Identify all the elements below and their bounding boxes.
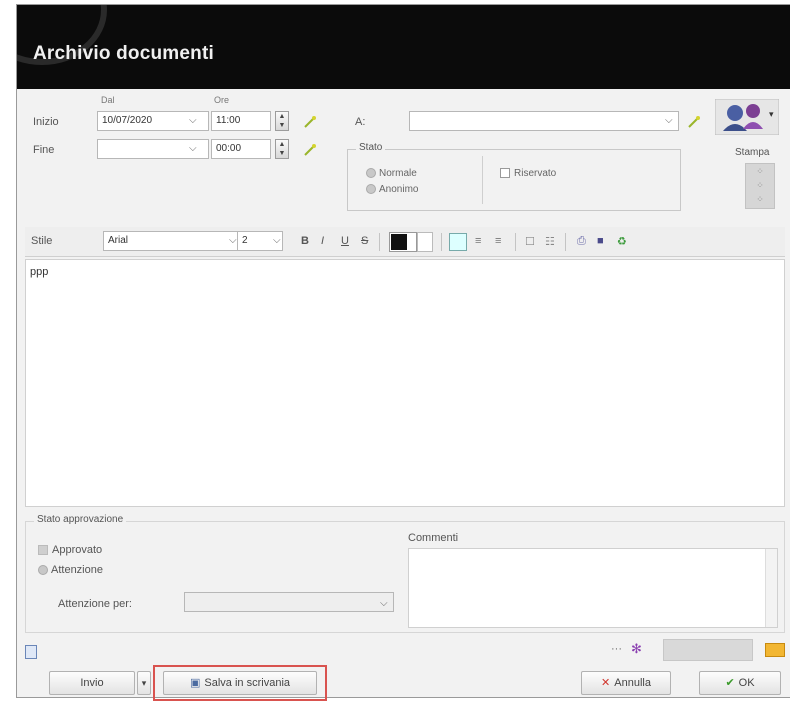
check-icon: ✔ xyxy=(725,677,735,689)
list-number-icon[interactable]: ☷ xyxy=(545,235,555,248)
align-center-icon[interactable]: ≡ xyxy=(475,235,481,247)
stato-group: Stato Normale Anonimo Riservato xyxy=(347,142,681,211)
commenti-label: Commenti xyxy=(408,532,459,544)
stato-option-anonimo[interactable]: Anonimo xyxy=(366,184,418,195)
attach-icon[interactable]: ✻ xyxy=(631,641,642,657)
more-icon[interactable]: ··· xyxy=(611,643,622,655)
dialog-window: Archivio documenti Dal Ore Inizio 10/07/… xyxy=(16,4,790,701)
italic-button[interactable]: I xyxy=(321,235,324,247)
divider xyxy=(515,233,516,251)
size-value: 2 xyxy=(242,235,248,246)
chevron-down-icon[interactable]: ⌵ xyxy=(229,235,237,246)
stampa-label: Stampa xyxy=(735,147,770,158)
chevron-down-icon[interactable]: ⌵ xyxy=(189,143,197,154)
inizio-label: Inizio xyxy=(33,116,59,128)
refresh-icon[interactable]: ♻ xyxy=(617,235,627,248)
chevron-down-icon[interactable]: ⌵ xyxy=(189,115,197,126)
font-select[interactable]: Arial xyxy=(103,231,239,251)
stile-label: Stile xyxy=(31,235,53,247)
ok-label: OK xyxy=(738,677,755,689)
editor-content: ppp xyxy=(30,266,49,278)
approval-group: Stato approvazione Approvato Attenzione … xyxy=(25,514,785,633)
divider xyxy=(379,233,380,251)
folder-icon[interactable] xyxy=(765,643,785,657)
scrivania-label: Salva in scrivania xyxy=(204,677,290,689)
bg-color-button[interactable] xyxy=(417,232,433,252)
magic-wand-icon[interactable] xyxy=(303,115,317,129)
stato-option-normale[interactable]: Normale xyxy=(366,168,417,179)
recipient-field[interactable] xyxy=(409,111,679,131)
divider xyxy=(565,233,566,251)
annulla-label: Annulla xyxy=(614,677,651,689)
fine-time-field[interactable]: 00:00 xyxy=(211,139,271,159)
dal-caption: Dal xyxy=(101,95,115,105)
inizio-time-field[interactable]: 11:00 xyxy=(211,111,271,131)
fine-time-stepper[interactable]: ▲ ▼ xyxy=(275,139,289,159)
riservato-checkbox[interactable]: Riservato xyxy=(500,168,556,179)
magic-wand-icon[interactable] xyxy=(303,143,317,157)
print-icon[interactable]: ⁘ ⁘ ⁘ xyxy=(745,163,775,209)
annulla-button[interactable]: ✕ Annulla xyxy=(581,671,671,695)
stato-option-label: Anonimo xyxy=(379,184,419,195)
document-icon[interactable] xyxy=(25,645,37,659)
checkbox-icon xyxy=(500,168,510,179)
radio-icon xyxy=(38,565,48,576)
chevron-down-icon[interactable]: ⌵ xyxy=(665,115,673,126)
users-icon[interactable]: ▾ xyxy=(715,99,779,135)
comments-textarea[interactable] xyxy=(408,548,778,628)
invio-button[interactable]: Invio xyxy=(49,671,135,695)
save-icon[interactable]: ■ xyxy=(597,235,604,247)
align-left-icon[interactable] xyxy=(449,233,467,251)
stato-option-label: Normale xyxy=(379,168,417,179)
salva-in-scrivania-button[interactable]: ▣ Salva in scrivania xyxy=(163,671,317,695)
radio-icon xyxy=(366,168,376,179)
attenzione-option[interactable]: Attenzione xyxy=(38,564,103,576)
attenzione-label: Attenzione xyxy=(51,564,103,576)
divider xyxy=(441,233,442,251)
invio-menu-toggle[interactable]: ▾ xyxy=(137,671,151,695)
title-bar: Archivio documenti xyxy=(17,5,790,89)
inizio-time-stepper[interactable]: ▲ ▼ xyxy=(275,111,289,131)
ore-caption: Ore xyxy=(214,95,230,105)
message-editor[interactable]: ppp xyxy=(25,259,785,507)
window-title: Archivio documenti xyxy=(33,43,214,64)
attenzione-per-label: Attenzione per: xyxy=(58,598,132,610)
disabled-button xyxy=(663,639,753,661)
strike-button[interactable]: S xyxy=(361,235,368,247)
list-bullet-icon[interactable]: ☐ xyxy=(525,235,535,248)
fine-label: Fine xyxy=(33,144,55,156)
scrollbar[interactable] xyxy=(765,549,777,627)
font-value: Arial xyxy=(108,235,129,246)
save-desk-icon: ▣ xyxy=(190,677,201,689)
approvato-label: Approvato xyxy=(52,544,103,556)
riservato-label: Riservato xyxy=(514,168,557,179)
divider xyxy=(482,156,483,204)
ok-button[interactable]: ✔ OK xyxy=(699,671,781,695)
a-label: A: xyxy=(355,116,366,128)
checkbox-icon xyxy=(38,545,48,556)
inizio-time-value: 11:00 xyxy=(216,115,241,126)
radio-icon xyxy=(366,184,376,195)
align-right-icon[interactable]: ≡ xyxy=(495,235,501,247)
approval-caption: Stato approvazione xyxy=(34,514,127,525)
chevron-down-icon[interactable]: ⌵ xyxy=(273,235,281,246)
close-icon: ✕ xyxy=(601,677,611,689)
inizio-date-value: 10/07/2020 xyxy=(102,115,153,126)
invio-label: Invio xyxy=(80,677,104,689)
print-preview-icon[interactable]: ⎙ xyxy=(577,235,586,248)
format-toolbar: Stile Arial ⌵ 2 ⌵ B I U S ≡ ≡ ☐ ☷ ⎙ ■ ♻ xyxy=(25,227,785,257)
svg-text:▾: ▾ xyxy=(769,110,774,120)
color-swatch-icon xyxy=(391,234,407,250)
stato-caption: Stato xyxy=(356,142,386,153)
underline-button[interactable]: U xyxy=(341,235,349,247)
fine-time-value: 00:00 xyxy=(216,143,242,154)
magic-wand-icon[interactable] xyxy=(687,115,701,129)
attenzione-per-field[interactable] xyxy=(184,592,394,612)
bold-button[interactable]: B xyxy=(301,235,309,247)
approvato-option[interactable]: Approvato xyxy=(38,544,102,556)
chevron-down-icon[interactable]: ⌵ xyxy=(380,598,388,609)
text-color-button[interactable] xyxy=(389,232,417,252)
